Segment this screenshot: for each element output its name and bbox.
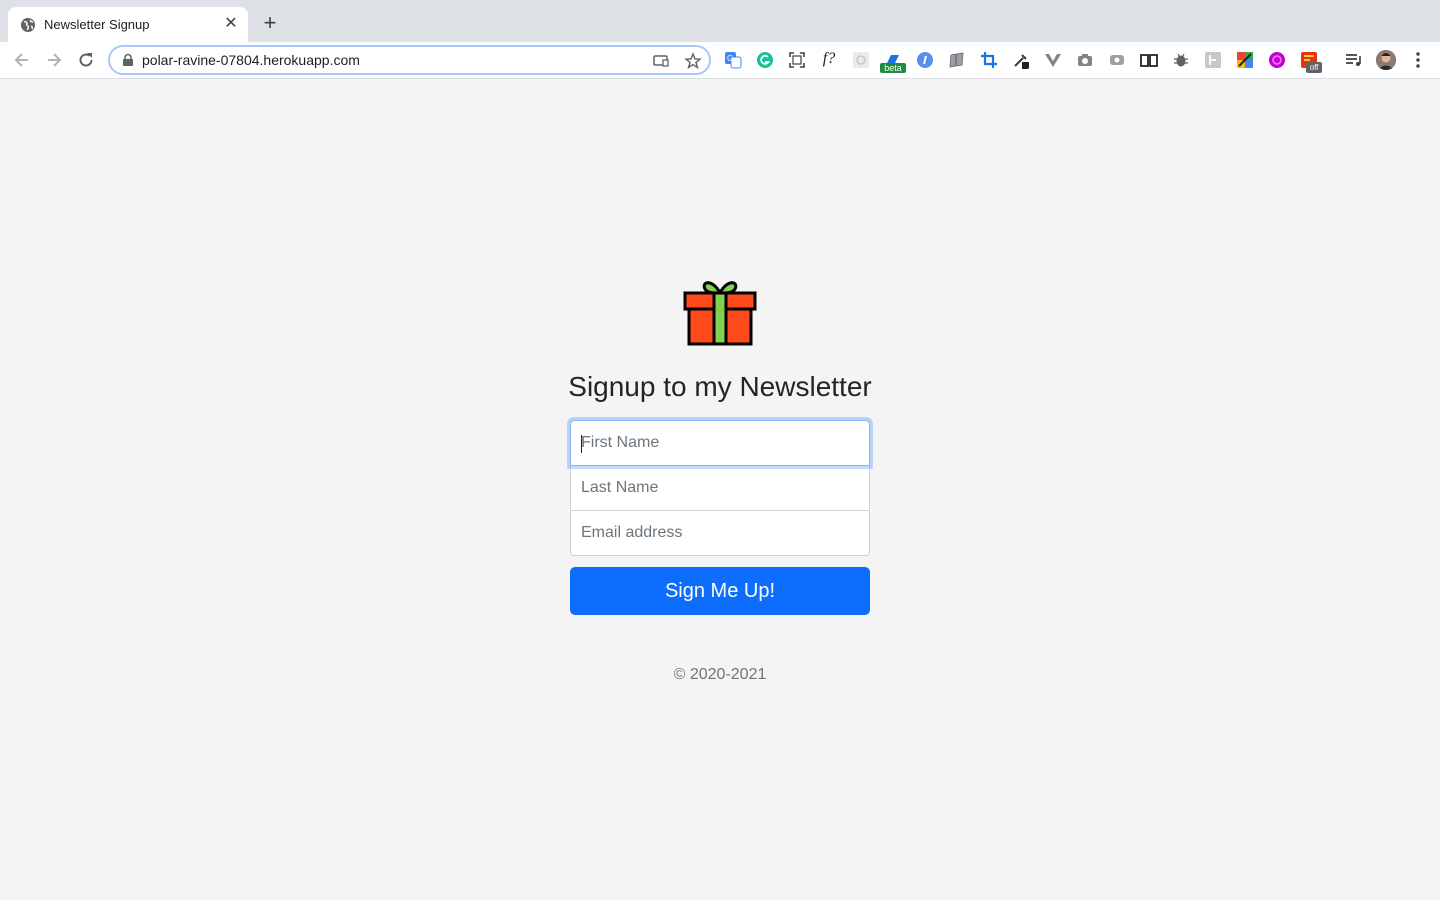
page-title: Signup to my Newsletter: [568, 371, 872, 402]
url-text[interactable]: polar-ravine-07804.herokuapp.com: [142, 52, 360, 68]
back-arrow-icon[interactable]: [12, 50, 32, 70]
globe-icon: [21, 18, 35, 32]
svg-text:G: G: [727, 54, 733, 63]
screenshot-frame-icon[interactable]: [788, 51, 806, 69]
bookmark-star-icon[interactable]: [684, 52, 702, 70]
eyedropper-icon[interactable]: [1012, 51, 1030, 69]
tab-close-icon[interactable]: ✕: [222, 15, 240, 33]
media-control-icon[interactable]: [1344, 51, 1362, 69]
tab-title: Newsletter Signup: [44, 17, 150, 32]
browser-tab-active[interactable]: Newsletter Signup ✕: [8, 7, 248, 42]
beta-badge: beta: [880, 63, 906, 73]
book-extension-icon[interactable]: [948, 51, 966, 69]
person-avatar-icon: [1376, 50, 1396, 70]
address-bar[interactable]: polar-ravine-07804.herokuapp.com: [108, 45, 711, 75]
sign-up-button[interactable]: Sign Me Up!: [570, 567, 870, 615]
crop-extension-icon[interactable]: [980, 51, 998, 69]
translate-alt-icon[interactable]: [1204, 51, 1222, 69]
gift-icon: [683, 281, 757, 346]
browser-menu-icon[interactable]: [1410, 50, 1426, 70]
cast-install-icon[interactable]: [652, 52, 670, 70]
vue-devtools-icon[interactable]: [1044, 51, 1062, 69]
off-badge: off: [1306, 62, 1322, 73]
new-tab-button[interactable]: +: [258, 12, 282, 36]
video-record-icon[interactable]: [1108, 51, 1126, 69]
color-picker-icon[interactable]: [1236, 51, 1254, 69]
purple-extension-icon[interactable]: [1268, 51, 1286, 69]
font-finder-icon[interactable]: f?: [819, 49, 839, 69]
reload-icon[interactable]: [76, 50, 96, 70]
lock-icon[interactable]: [121, 53, 135, 67]
grid-extension-icon[interactable]: [852, 51, 870, 69]
translate-icon[interactable]: G: [724, 51, 742, 69]
first-name-field[interactable]: [570, 420, 870, 466]
forward-arrow-icon[interactable]: [44, 50, 64, 70]
signup-page: Signup to my Newsletter Sign Me Up! © 20…: [0, 79, 1440, 900]
reader-icon[interactable]: [1140, 51, 1158, 69]
copyright-footer: © 2020-2021: [673, 666, 767, 683]
bug-icon[interactable]: [1172, 51, 1190, 69]
email-field[interactable]: [570, 510, 870, 556]
last-name-field[interactable]: [570, 465, 870, 511]
camera-icon[interactable]: [1076, 51, 1094, 69]
grammarly-icon[interactable]: [756, 51, 774, 69]
text-caret: [581, 435, 582, 453]
browser-toolbar: polar-ravine-07804.herokuapp.com G f? be…: [0, 42, 1440, 79]
info-extension-icon[interactable]: [916, 51, 934, 69]
tab-strip: Newsletter Signup ✕ +: [0, 0, 1440, 42]
profile-avatar[interactable]: [1376, 50, 1396, 70]
